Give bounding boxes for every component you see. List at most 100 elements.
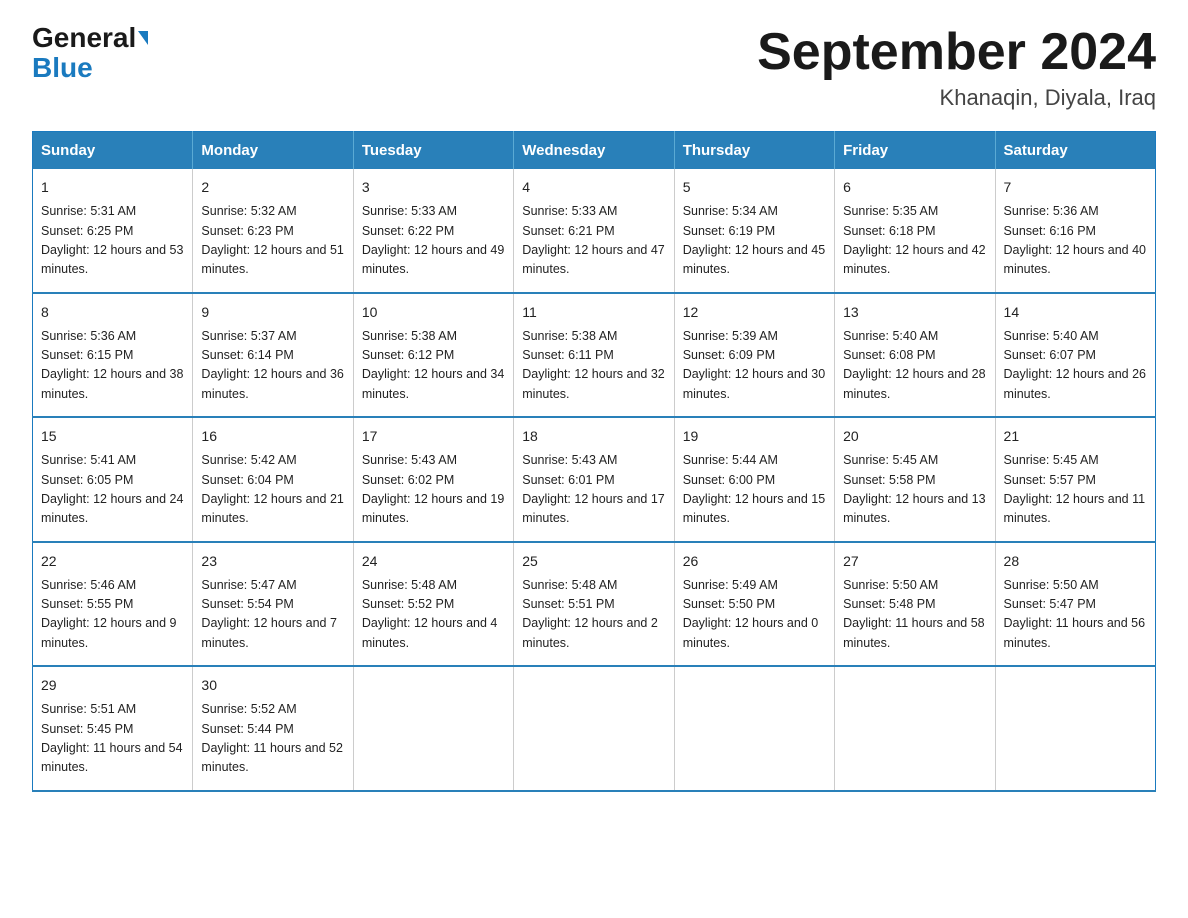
day-number: 3: [362, 177, 505, 198]
calendar-cell: 30 Sunrise: 5:52 AMSunset: 5:44 PMDayligh…: [193, 666, 353, 791]
day-info: Sunrise: 5:36 AMSunset: 6:15 PMDaylight:…: [41, 327, 184, 405]
calendar-cell: 17 Sunrise: 5:43 AMSunset: 6:02 PMDayligh…: [353, 417, 513, 542]
calendar-table: SundayMondayTuesdayWednesdayThursdayFrid…: [32, 131, 1156, 792]
logo-triangle-icon: [138, 31, 148, 45]
calendar-cell: 7 Sunrise: 5:36 AMSunset: 6:16 PMDaylight…: [995, 169, 1155, 293]
calendar-cell: 11Sunrise: 5:38 AMSunset: 6:11 PMDayligh…: [514, 293, 674, 418]
day-info: Sunrise: 5:52 AMSunset: 5:44 PMDaylight:…: [201, 700, 344, 778]
day-info: Sunrise: 5:31 AMSunset: 6:25 PMDaylight:…: [41, 202, 184, 280]
day-number: 10: [362, 302, 505, 323]
calendar-cell: 18Sunrise: 5:43 AMSunset: 6:01 PMDayligh…: [514, 417, 674, 542]
day-info: Sunrise: 5:50 AMSunset: 5:47 PMDaylight:…: [1004, 576, 1147, 654]
calendar-cell: 6 Sunrise: 5:35 AMSunset: 6:18 PMDaylight…: [835, 169, 995, 293]
calendar-week-4: 22 Sunrise: 5:46 AMSunset: 5:55 PMDayligh…: [33, 542, 1156, 667]
day-info: Sunrise: 5:35 AMSunset: 6:18 PMDaylight:…: [843, 202, 986, 280]
day-info: Sunrise: 5:49 AMSunset: 5:50 PMDaylight:…: [683, 576, 826, 654]
calendar-cell: 12Sunrise: 5:39 AMSunset: 6:09 PMDayligh…: [674, 293, 834, 418]
calendar-cell: 9Sunrise: 5:37 AMSunset: 6:14 PMDaylight…: [193, 293, 353, 418]
weekday-header-sunday: Sunday: [33, 132, 193, 170]
day-number: 20: [843, 426, 986, 447]
calendar-title: September 2024: [757, 24, 1156, 81]
day-number: 1: [41, 177, 184, 198]
calendar-cell: 8 Sunrise: 5:36 AMSunset: 6:15 PMDaylight…: [33, 293, 193, 418]
day-info: Sunrise: 5:36 AMSunset: 6:16 PMDaylight:…: [1004, 202, 1147, 280]
day-number: 4: [522, 177, 665, 198]
day-number: 17: [362, 426, 505, 447]
day-number: 13: [843, 302, 986, 323]
day-info: Sunrise: 5:42 AMSunset: 6:04 PMDaylight:…: [201, 451, 344, 529]
day-info: Sunrise: 5:43 AMSunset: 6:02 PMDaylight:…: [362, 451, 505, 529]
calendar-cell: 22 Sunrise: 5:46 AMSunset: 5:55 PMDayligh…: [33, 542, 193, 667]
day-info: Sunrise: 5:33 AMSunset: 6:21 PMDaylight:…: [522, 202, 665, 280]
weekday-header-saturday: Saturday: [995, 132, 1155, 170]
day-number: 9: [201, 302, 344, 323]
day-number: 19: [683, 426, 826, 447]
day-info: Sunrise: 5:38 AMSunset: 6:11 PMDaylight:…: [522, 327, 665, 405]
day-info: Sunrise: 5:44 AMSunset: 6:00 PMDaylight:…: [683, 451, 826, 529]
logo-text-general: General: [32, 24, 136, 52]
calendar-cell: 20 Sunrise: 5:45 AMSunset: 5:58 PMDayligh…: [835, 417, 995, 542]
calendar-cell: 23 Sunrise: 5:47 AMSunset: 5:54 PMDayligh…: [193, 542, 353, 667]
day-number: 22: [41, 551, 184, 572]
calendar-cell: 1 Sunrise: 5:31 AMSunset: 6:25 PMDaylight…: [33, 169, 193, 293]
calendar-cell: 21 Sunrise: 5:45 AMSunset: 5:57 PMDayligh…: [995, 417, 1155, 542]
calendar-week-2: 8 Sunrise: 5:36 AMSunset: 6:15 PMDaylight…: [33, 293, 1156, 418]
day-number: 30: [201, 675, 344, 696]
title-area: September 2024 Khanaqin, Diyala, Iraq: [757, 24, 1156, 111]
calendar-body: 1 Sunrise: 5:31 AMSunset: 6:25 PMDaylight…: [33, 169, 1156, 791]
day-info: Sunrise: 5:40 AMSunset: 6:08 PMDaylight:…: [843, 327, 986, 405]
weekday-header-row: SundayMondayTuesdayWednesdayThursdayFrid…: [33, 132, 1156, 170]
weekday-header-wednesday: Wednesday: [514, 132, 674, 170]
calendar-week-3: 15Sunrise: 5:41 AMSunset: 6:05 PMDayligh…: [33, 417, 1156, 542]
day-number: 29: [41, 675, 184, 696]
weekday-header-tuesday: Tuesday: [353, 132, 513, 170]
calendar-cell: [835, 666, 995, 791]
day-number: 12: [683, 302, 826, 323]
weekday-header-friday: Friday: [835, 132, 995, 170]
logo: General Blue: [32, 24, 148, 82]
day-info: Sunrise: 5:48 AMSunset: 5:51 PMDaylight:…: [522, 576, 665, 654]
calendar-cell: 29Sunrise: 5:51 AMSunset: 5:45 PMDayligh…: [33, 666, 193, 791]
header: General Blue September 2024 Khanaqin, Di…: [32, 24, 1156, 111]
calendar-cell: 2Sunrise: 5:32 AMSunset: 6:23 PMDaylight…: [193, 169, 353, 293]
calendar-cell: 13 Sunrise: 5:40 AMSunset: 6:08 PMDayligh…: [835, 293, 995, 418]
calendar-cell: [995, 666, 1155, 791]
weekday-header-monday: Monday: [193, 132, 353, 170]
day-number: 23: [201, 551, 344, 572]
calendar-subtitle: Khanaqin, Diyala, Iraq: [757, 85, 1156, 111]
day-number: 24: [362, 551, 505, 572]
calendar-cell: 3Sunrise: 5:33 AMSunset: 6:22 PMDaylight…: [353, 169, 513, 293]
day-number: 15: [41, 426, 184, 447]
calendar-cell: 4 Sunrise: 5:33 AMSunset: 6:21 PMDaylight…: [514, 169, 674, 293]
calendar-cell: 26Sunrise: 5:49 AMSunset: 5:50 PMDayligh…: [674, 542, 834, 667]
day-info: Sunrise: 5:45 AMSunset: 5:58 PMDaylight:…: [843, 451, 986, 529]
calendar-week-1: 1 Sunrise: 5:31 AMSunset: 6:25 PMDaylight…: [33, 169, 1156, 293]
day-number: 8: [41, 302, 184, 323]
calendar-cell: [353, 666, 513, 791]
day-number: 21: [1004, 426, 1147, 447]
day-number: 14: [1004, 302, 1147, 323]
day-info: Sunrise: 5:40 AMSunset: 6:07 PMDaylight:…: [1004, 327, 1147, 405]
calendar-header: SundayMondayTuesdayWednesdayThursdayFrid…: [33, 132, 1156, 170]
calendar-cell: 15Sunrise: 5:41 AMSunset: 6:05 PMDayligh…: [33, 417, 193, 542]
calendar-cell: [674, 666, 834, 791]
day-info: Sunrise: 5:50 AMSunset: 5:48 PMDaylight:…: [843, 576, 986, 654]
weekday-header-thursday: Thursday: [674, 132, 834, 170]
calendar-cell: 25 Sunrise: 5:48 AMSunset: 5:51 PMDayligh…: [514, 542, 674, 667]
day-info: Sunrise: 5:43 AMSunset: 6:01 PMDaylight:…: [522, 451, 665, 529]
calendar-cell: [514, 666, 674, 791]
day-info: Sunrise: 5:32 AMSunset: 6:23 PMDaylight:…: [201, 202, 344, 280]
day-info: Sunrise: 5:38 AMSunset: 6:12 PMDaylight:…: [362, 327, 505, 405]
day-number: 16: [201, 426, 344, 447]
day-info: Sunrise: 5:46 AMSunset: 5:55 PMDaylight:…: [41, 576, 184, 654]
day-number: 7: [1004, 177, 1147, 198]
day-number: 27: [843, 551, 986, 572]
day-info: Sunrise: 5:34 AMSunset: 6:19 PMDaylight:…: [683, 202, 826, 280]
calendar-cell: 27 Sunrise: 5:50 AMSunset: 5:48 PMDayligh…: [835, 542, 995, 667]
day-info: Sunrise: 5:47 AMSunset: 5:54 PMDaylight:…: [201, 576, 344, 654]
day-number: 6: [843, 177, 986, 198]
day-number: 5: [683, 177, 826, 198]
day-info: Sunrise: 5:48 AMSunset: 5:52 PMDaylight:…: [362, 576, 505, 654]
day-info: Sunrise: 5:45 AMSunset: 5:57 PMDaylight:…: [1004, 451, 1147, 529]
day-number: 25: [522, 551, 665, 572]
